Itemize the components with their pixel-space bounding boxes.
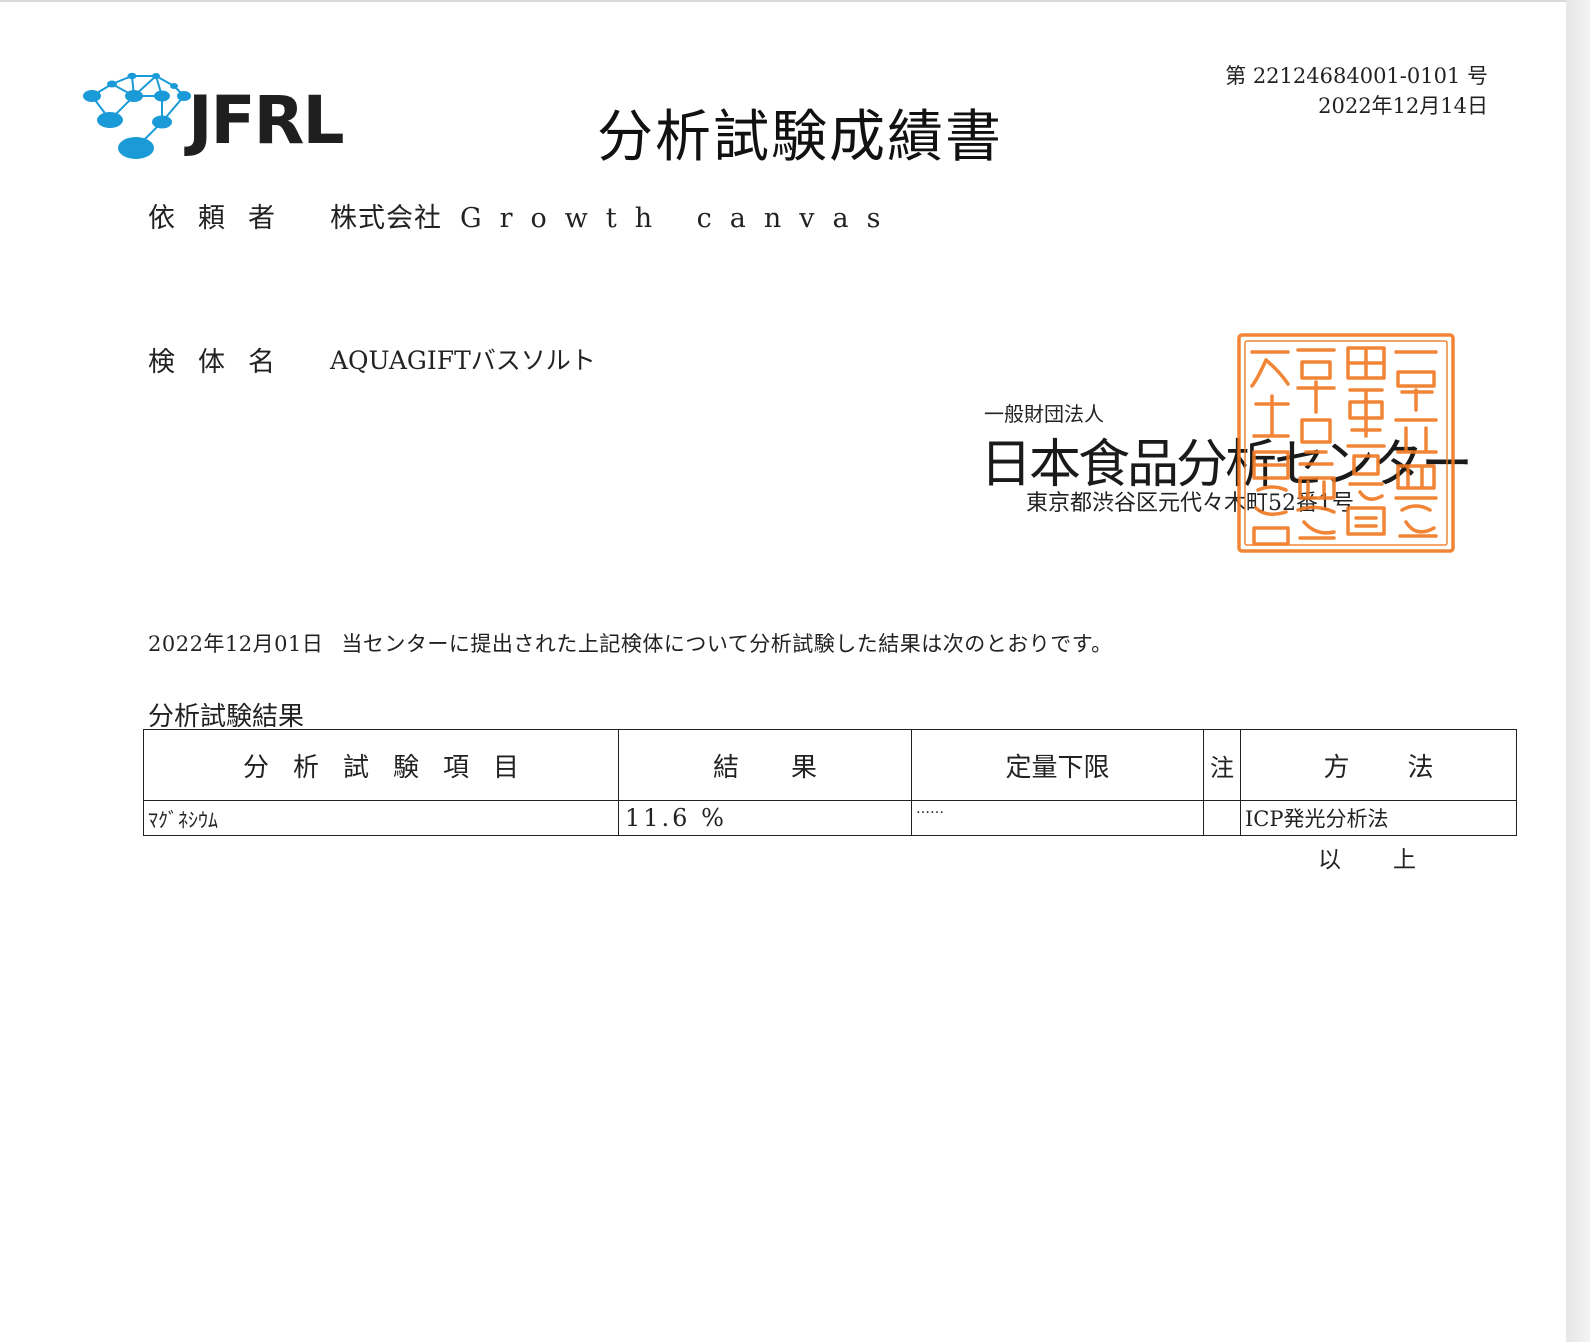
cell-quantitation-limit: …… [911,800,1204,836]
logo-text: JFRL [188,82,345,159]
requester-value: 株式会社 Growth canvas [330,196,898,235]
page-top-edge [0,0,1590,2]
column-header-result: 結果 [618,729,912,801]
cell-test-item: ﾏｸﾞﾈｼｳﾑ [143,800,619,836]
document-number: 第 22124684001-0101 号 [1225,64,1488,88]
requester-name: Growth canvas [460,203,899,234]
results-table: 分析試験項目 結果 定量下限 注 方法 ﾏｸﾞﾈｼｳﾑ 11.6 % …… IC… [143,729,1517,836]
official-seal-stamp [1237,333,1455,553]
cell-result: 11.6 % [618,800,912,836]
column-header-method: 方法 [1240,729,1517,801]
column-header-item: 分析試験項目 [143,729,619,801]
page-right-edge [1566,0,1590,1342]
sample-label: 検体名 [148,347,298,378]
requester-company: 株式会社 [330,203,442,234]
column-header-limit: 定量下限 [911,729,1204,801]
statement: 2022年12月01日 当センターに提出された上記検体について分析試験した結果は次… [148,628,1113,658]
requester-label: 依頼者 [148,203,298,234]
statement-text: 当センターに提出された上記検体について分析試験した結果は次のとおりです。 [341,632,1113,656]
document-title: 分析試験成績書 [597,105,1003,170]
table-header-row: 分析試験項目 結果 定量下限 注 方法 [143,729,1517,801]
receipt-date: 2022年12月01日 [148,632,324,656]
sample-name: AQUAGIFTバスソルト [330,346,596,375]
end-mark: 以上 [1318,847,1468,873]
issue-date: 2022年12月14日 [1318,94,1488,118]
results-section-title: 分析試験結果 [148,702,305,732]
molecule-icon [83,72,191,159]
column-header-note: 注 [1203,729,1241,801]
jfrl-logo: JFRL [78,66,378,162]
cell-note [1203,800,1241,836]
cell-method: ICP発光分析法 [1240,800,1517,836]
table-row: ﾏｸﾞﾈｼｳﾑ 11.6 % …… ICP発光分析法 [143,800,1517,836]
